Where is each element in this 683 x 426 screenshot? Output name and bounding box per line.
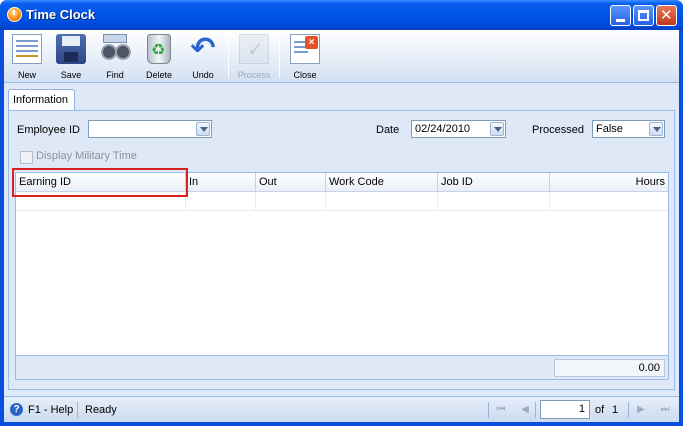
cell-out[interactable] bbox=[256, 192, 326, 210]
delete-button[interactable]: Delete bbox=[137, 32, 181, 80]
employee-id-label: Employee ID bbox=[17, 124, 80, 136]
toolbar: New Save Find Delete ↶ Undo Process bbox=[4, 30, 679, 83]
close-form-icon: × bbox=[290, 34, 320, 64]
military-time-label: Display Military Time bbox=[36, 150, 137, 162]
tab-information-label: Information bbox=[13, 94, 69, 106]
close-label: Close bbox=[293, 70, 317, 80]
help-icon[interactable]: ? bbox=[10, 403, 23, 416]
floppy-disk-icon bbox=[56, 34, 86, 64]
earning-id-highlight-box bbox=[12, 168, 188, 197]
total-pages: 1 bbox=[612, 404, 619, 416]
information-panel: Employee ID Date 02/24/2010 Processed Fa… bbox=[8, 110, 675, 390]
minimize-button[interactable] bbox=[610, 5, 631, 26]
cell-job-id[interactable] bbox=[438, 192, 550, 210]
page-number-input[interactable]: 1 bbox=[540, 400, 590, 419]
new-label: New bbox=[17, 70, 36, 80]
date-label: Date bbox=[376, 124, 400, 136]
military-time-checkbox[interactable] bbox=[20, 151, 33, 164]
time-entries-grid: Earning ID In Out Work Code Job ID Hours… bbox=[15, 172, 669, 380]
status-bar: ? F1 - Help Ready ⏮ ◀ 1 of 1 ▶ ⏭ bbox=[4, 396, 679, 422]
status-divider bbox=[77, 402, 78, 418]
total-hours: 0.00 bbox=[554, 359, 665, 377]
find-button[interactable]: Find bbox=[93, 32, 137, 80]
column-hours[interactable]: Hours bbox=[550, 173, 668, 192]
pager-separator bbox=[535, 402, 536, 418]
cell-work-code[interactable] bbox=[326, 192, 438, 210]
previous-page-icon[interactable]: ◀ bbox=[518, 403, 532, 417]
pager-separator bbox=[488, 402, 489, 418]
next-page-icon[interactable]: ▶ bbox=[634, 403, 648, 417]
status-text: Ready bbox=[85, 404, 117, 416]
close-window-button[interactable]: ✕ bbox=[656, 5, 677, 26]
close-button[interactable]: × Close bbox=[283, 32, 327, 80]
chevron-down-icon[interactable] bbox=[196, 122, 210, 136]
grid-summary-row: 0.00 bbox=[16, 355, 668, 379]
pager-separator bbox=[628, 402, 629, 418]
new-button[interactable]: New bbox=[5, 32, 49, 80]
clock-icon bbox=[7, 7, 22, 22]
cell-in[interactable] bbox=[186, 192, 256, 210]
undo-arrow-icon: ↶ bbox=[190, 32, 216, 65]
window-title: Time Clock bbox=[26, 7, 96, 22]
chevron-down-icon[interactable] bbox=[649, 122, 663, 136]
time-clock-window: Time Clock ✕ New Save Find Delete ↶ bbox=[0, 0, 683, 426]
toolbar-separator bbox=[228, 34, 229, 78]
chevron-down-icon[interactable] bbox=[490, 122, 504, 136]
column-in[interactable]: In bbox=[186, 173, 256, 192]
undo-button[interactable]: ↶ Undo bbox=[181, 32, 225, 81]
recycle-bin-icon bbox=[147, 34, 171, 64]
process-button[interactable]: Process bbox=[232, 32, 276, 80]
title-bar: Time Clock ✕ bbox=[0, 0, 683, 30]
processed-select[interactable]: False bbox=[592, 120, 665, 138]
help-text[interactable]: F1 - Help bbox=[28, 404, 73, 416]
save-button[interactable]: Save bbox=[49, 32, 93, 80]
client-area: New Save Find Delete ↶ Undo Process bbox=[4, 30, 679, 422]
maximize-icon bbox=[638, 10, 649, 21]
column-work-code[interactable]: Work Code bbox=[326, 173, 438, 192]
toolbar-separator bbox=[279, 34, 280, 78]
column-job-id[interactable]: Job ID bbox=[438, 173, 550, 192]
employee-id-combo[interactable] bbox=[88, 120, 212, 138]
process-icon bbox=[239, 34, 269, 64]
processed-value: False bbox=[596, 123, 623, 135]
binoculars-icon bbox=[100, 34, 131, 64]
first-page-icon[interactable]: ⏮ bbox=[494, 403, 508, 417]
undo-label: Undo bbox=[192, 70, 214, 80]
last-page-icon[interactable]: ⏭ bbox=[658, 403, 672, 417]
save-label: Save bbox=[60, 70, 82, 80]
page-of-label: of bbox=[595, 404, 605, 416]
processed-label: Processed bbox=[532, 124, 584, 136]
process-label: Process bbox=[237, 70, 271, 80]
minimize-icon bbox=[616, 19, 625, 22]
delete-label: Delete bbox=[145, 70, 172, 80]
tab-information[interactable]: Information bbox=[8, 89, 75, 111]
close-icon: ✕ bbox=[660, 7, 673, 24]
column-out[interactable]: Out bbox=[256, 173, 326, 192]
new-document-icon bbox=[12, 34, 42, 64]
date-picker[interactable]: 02/24/2010 bbox=[411, 120, 506, 138]
find-label: Find bbox=[106, 70, 124, 80]
date-value: 02/24/2010 bbox=[415, 123, 471, 135]
maximize-button[interactable] bbox=[633, 5, 654, 26]
